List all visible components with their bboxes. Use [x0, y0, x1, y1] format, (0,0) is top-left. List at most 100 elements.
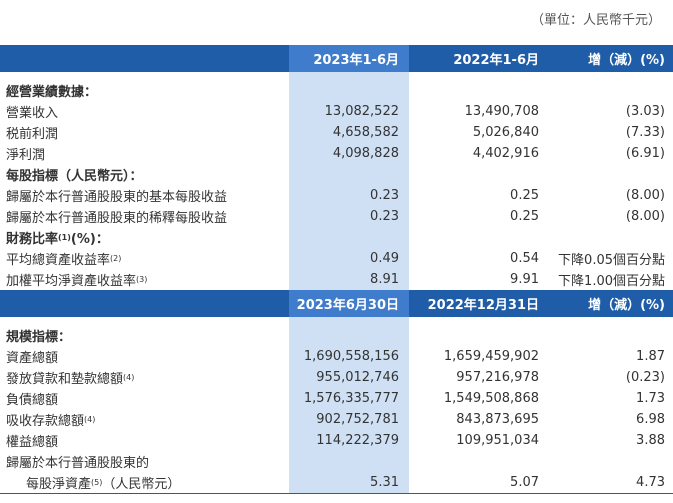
section-per-share: 每股指標（人民幣元）：: [0, 164, 673, 185]
value-prior: 13,490,708: [464, 104, 539, 119]
section-title-suffix: (%)：: [70, 232, 109, 247]
row-label-text: 每股淨資產: [26, 477, 92, 492]
row-label: 平均總資產收益率 (2): [6, 248, 121, 269]
row-label-text: 平均總資產收益率: [6, 253, 111, 268]
value-prior: 109,951,034: [456, 433, 539, 448]
value-current: 902,752,781: [316, 412, 399, 427]
value-prior: 957,216,978: [456, 370, 539, 385]
value-current: 8.91: [370, 272, 399, 287]
row-label-text: 資產總額: [6, 351, 59, 366]
value-current: 1,690,558,156: [303, 349, 399, 364]
section-title: 財務比率 (1) (%)：: [6, 227, 109, 248]
table-row: 平均總資產收益率 (2) 0.49 0.54 下降0.05個百分點: [0, 248, 673, 269]
row-label: 每股淨資產 (5) （人民幣元）: [26, 472, 180, 493]
row-label: 吸收存款總額 (4): [6, 409, 95, 430]
row-label: 歸屬於本行普通股股東的稀釋每股收益: [6, 211, 228, 226]
value-prior: 5,026,840: [472, 125, 539, 140]
table-row: 吸收存款總額 (4) 902,752,781 843,873,695 6.98: [0, 409, 673, 430]
value-change: 4.73: [636, 475, 665, 490]
value-prior: 0.54: [510, 251, 539, 266]
value-prior: 0.25: [510, 188, 539, 203]
footnote-ref: (4): [123, 373, 135, 382]
table-row: 權益總額 114,222,379 109,951,034 3.88: [0, 430, 673, 451]
row-label-text: 加權平均淨資產收益率: [6, 274, 137, 289]
footnote-ref: (3): [136, 275, 148, 284]
value-change: (6.91): [625, 146, 665, 161]
table-row: 資產總額 1,690,558,156 1,659,459,902 1.87: [0, 346, 673, 367]
table-row: 税前利潤 4,658,582 5,026,840 (7.33): [0, 122, 673, 143]
table-row-nav-line1: 歸屬於本行普通股股東的: [0, 451, 673, 472]
value-prior: 1,549,508,868: [443, 391, 539, 406]
section-title: 規模指標：: [6, 330, 72, 345]
table-bottom-rule: [0, 493, 673, 494]
footnote-ref: (1): [58, 233, 71, 242]
header-20230630: 2023年6月30日: [296, 298, 399, 313]
section-scale: 規模指標：: [0, 325, 673, 346]
value-prior: 843,873,695: [456, 412, 539, 427]
row-label: 負債總額: [6, 388, 58, 409]
value-prior: 9.91: [510, 272, 539, 287]
row-label: 營業收入: [6, 106, 59, 121]
value-current: 13,082,522: [324, 104, 399, 119]
value-current: 955,012,746: [316, 370, 399, 385]
unit-note: （單位：人民幣千元）: [530, 13, 661, 28]
header-20221231: 2022年12月31日: [427, 298, 539, 313]
value-prior: 5.07: [510, 475, 539, 490]
section-title-text: 財務比率: [6, 232, 59, 247]
header-change: 增（減）(%): [588, 298, 665, 313]
value-current: 1,576,335,777: [303, 391, 399, 406]
row-label-text: 權益總額: [6, 435, 59, 450]
header-2023h1: 2023年1-6月: [313, 53, 399, 68]
value-current: 4,098,828: [332, 146, 399, 161]
financial-summary-table: 2023年1-6月 2022年1-6月 增（減）(%) 經營業績數據： 營業收入…: [0, 45, 673, 494]
value-change: 下降1.00個百分點: [558, 274, 665, 289]
row-label-text: 發放貸款和墊款總額: [6, 372, 124, 387]
value-change: (7.33): [625, 125, 665, 140]
header-2022h1: 2022年1-6月: [453, 53, 539, 68]
value-change: (3.03): [625, 104, 665, 119]
row-label-suffix: （人民幣元）: [102, 477, 181, 492]
row-label: 淨利潤: [6, 148, 46, 163]
value-current: 0.23: [370, 188, 399, 203]
value-prior: 0.25: [510, 209, 539, 224]
header-change: 增（減）(%): [588, 53, 665, 68]
table-row: 歸屬於本行普通股股東的稀釋每股收益 0.23 0.25 (8.00): [0, 206, 673, 227]
footnote-ref: (4): [84, 415, 96, 424]
table-header-period: 2023年1-6月 2022年1-6月 增（減）(%): [0, 45, 673, 72]
table-row: 淨利潤 4,098,828 4,402,916 (6.91): [0, 143, 673, 164]
section-operating: 經營業績數據：: [0, 80, 673, 101]
row-label: 加權平均淨資產收益率 (3): [6, 269, 147, 290]
value-change: 下降0.05個百分點: [558, 253, 665, 268]
row-label: 資產總額: [6, 346, 58, 367]
value-prior: 4,402,916: [472, 146, 539, 161]
value-current: 4,658,582: [332, 125, 399, 140]
value-current: 0.23: [370, 209, 399, 224]
value-current: 0.49: [370, 251, 399, 266]
section-title: 經營業績數據：: [6, 85, 98, 100]
value-change: 3.88: [636, 433, 665, 448]
value-change: 6.98: [636, 412, 665, 427]
table-row: 歸屬於本行普通股股東的基本每股收益 0.23 0.25 (8.00): [0, 185, 673, 206]
row-label-text: 吸收存款總額: [6, 414, 85, 429]
table-row: 負債總額 1,576,335,777 1,549,508,868 1.73: [0, 388, 673, 409]
value-change: (8.00): [625, 209, 665, 224]
table-row: 營業收入 13,082,522 13,490,708 (3.03): [0, 101, 673, 122]
table-row: 加權平均淨資產收益率 (3) 8.91 9.91 下降1.00個百分點: [0, 269, 673, 290]
section-ratios: 財務比率 (1) (%)：: [0, 227, 673, 248]
row-label: 税前利潤: [6, 127, 59, 142]
value-change: (0.23): [625, 370, 665, 385]
table-header-date: 2023年6月30日 2022年12月31日 增（減）(%): [0, 290, 673, 317]
value-change: (8.00): [625, 188, 665, 203]
table-row-nav: 每股淨資產 (5) （人民幣元） 5.31 5.07 4.73: [0, 472, 673, 493]
section-title: 每股指標（人民幣元）：: [6, 169, 143, 184]
row-label: 歸屬於本行普通股股東的: [6, 456, 150, 471]
row-label: 歸屬於本行普通股股東的基本每股收益: [6, 190, 228, 205]
value-prior: 1,659,459,902: [443, 349, 539, 364]
row-label-text: 負債總額: [6, 393, 59, 408]
value-change: 1.73: [636, 391, 665, 406]
value-current: 114,222,379: [316, 433, 399, 448]
table-row: 發放貸款和墊款總額 (4) 955,012,746 957,216,978 (0.…: [0, 367, 673, 388]
row-label: 權益總額: [6, 430, 58, 451]
value-change: 1.87: [636, 349, 665, 364]
footnote-ref: (2): [110, 254, 122, 263]
